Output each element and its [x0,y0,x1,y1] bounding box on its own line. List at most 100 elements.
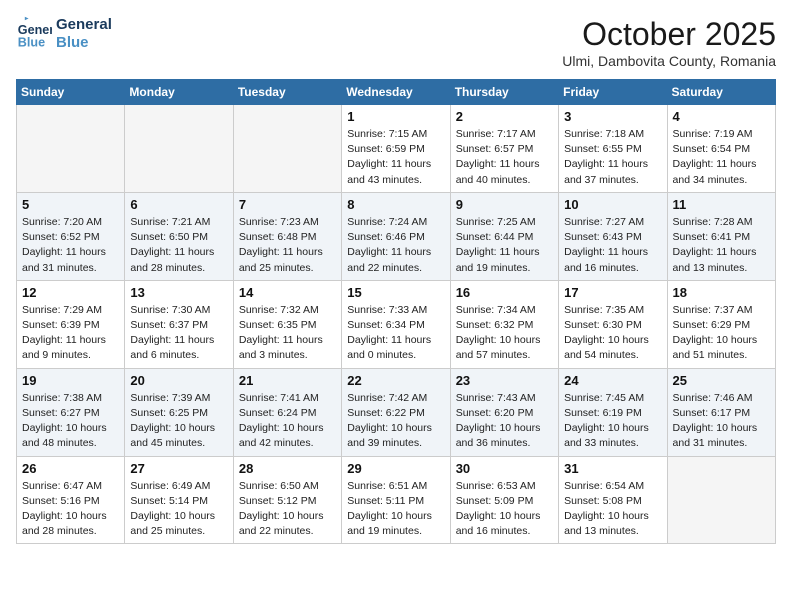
calendar-cell: 7 Sunrise: 7:23 AM Sunset: 6:48 PM Daylig… [233,192,341,280]
calendar-cell: 5 Sunrise: 7:20 AM Sunset: 6:52 PM Daylig… [17,192,125,280]
day-number: 3 [564,109,661,124]
day-number: 8 [347,197,444,212]
day-number: 5 [22,197,119,212]
weekday-header-saturday: Saturday [667,80,775,105]
day-info: Sunrise: 7:24 AM Sunset: 6:46 PM Dayligh… [347,215,444,276]
weekday-header-friday: Friday [559,80,667,105]
day-info: Sunrise: 7:43 AM Sunset: 6:20 PM Dayligh… [456,391,553,452]
day-number: 24 [564,373,661,388]
calendar-cell: 12 Sunrise: 7:29 AM Sunset: 6:39 PM Dayli… [17,280,125,368]
weekday-header-wednesday: Wednesday [342,80,450,105]
calendar-cell: 1 Sunrise: 7:15 AM Sunset: 6:59 PM Daylig… [342,105,450,193]
calendar-cell: 20 Sunrise: 7:39 AM Sunset: 6:25 PM Dayli… [125,368,233,456]
calendar-week-row: 1 Sunrise: 7:15 AM Sunset: 6:59 PM Daylig… [17,105,776,193]
calendar-cell: 30 Sunrise: 6:53 AM Sunset: 5:09 PM Dayli… [450,456,558,544]
calendar-cell: 21 Sunrise: 7:41 AM Sunset: 6:24 PM Dayli… [233,368,341,456]
day-number: 25 [673,373,770,388]
day-info: Sunrise: 6:49 AM Sunset: 5:14 PM Dayligh… [130,479,227,540]
svg-text:Blue: Blue [18,36,45,50]
calendar-cell: 6Sunrise: 7:21 AM Sunset: 6:50 PM Daylig… [125,192,233,280]
calendar-cell: 27 Sunrise: 6:49 AM Sunset: 5:14 PM Dayli… [125,456,233,544]
calendar-cell: 25 Sunrise: 7:46 AM Sunset: 6:17 PM Dayli… [667,368,775,456]
day-info: Sunrise: 7:37 AM Sunset: 6:29 PM Dayligh… [673,303,770,364]
month-title: October 2025 [562,16,776,53]
calendar-week-row: 12 Sunrise: 7:29 AM Sunset: 6:39 PM Dayli… [17,280,776,368]
day-info: Sunrise: 7:33 AM Sunset: 6:34 PM Dayligh… [347,303,444,364]
day-number: 13 [130,285,227,300]
day-info: Sunrise: 7:35 AM Sunset: 6:30 PM Dayligh… [564,303,661,364]
logo-blue: Blue [56,34,112,52]
day-info: Sunrise: 7:38 AM Sunset: 6:27 PM Dayligh… [22,391,119,452]
day-number: 14 [239,285,336,300]
weekday-header-sunday: Sunday [17,80,125,105]
calendar-table: SundayMondayTuesdayWednesdayThursdayFrid… [16,79,776,544]
calendar-cell: 3 Sunrise: 7:18 AM Sunset: 6:55 PM Daylig… [559,105,667,193]
day-number: 30 [456,461,553,476]
day-info: Sunrise: 7:27 AM Sunset: 6:43 PM Dayligh… [564,215,661,276]
logo-general: General [56,16,112,34]
logo-icon: General Blue [16,16,52,52]
calendar-header-row: SundayMondayTuesdayWednesdayThursdayFrid… [17,80,776,105]
day-info: Sunrise: 7:29 AM Sunset: 6:39 PM Dayligh… [22,303,119,364]
calendar-week-row: 5 Sunrise: 7:20 AM Sunset: 6:52 PM Daylig… [17,192,776,280]
calendar-cell [233,105,341,193]
title-area: October 2025 Ulmi, Dambovita County, Rom… [562,16,776,69]
calendar-cell [667,456,775,544]
day-info: Sunrise: 7:45 AM Sunset: 6:19 PM Dayligh… [564,391,661,452]
day-number: 7 [239,197,336,212]
header: General Blue General Blue October 2025 U… [16,16,776,69]
calendar-week-row: 19 Sunrise: 7:38 AM Sunset: 6:27 PM Dayli… [17,368,776,456]
day-info: Sunrise: 7:20 AM Sunset: 6:52 PM Dayligh… [22,215,119,276]
location-subtitle: Ulmi, Dambovita County, Romania [562,53,776,69]
day-number: 23 [456,373,553,388]
day-number: 1 [347,109,444,124]
day-number: 17 [564,285,661,300]
day-number: 26 [22,461,119,476]
day-number: 27 [130,461,227,476]
day-info: Sunrise: 6:53 AM Sunset: 5:09 PM Dayligh… [456,479,553,540]
day-info: Sunrise: 7:46 AM Sunset: 6:17 PM Dayligh… [673,391,770,452]
day-number: 20 [130,373,227,388]
calendar-cell: 18 Sunrise: 7:37 AM Sunset: 6:29 PM Dayli… [667,280,775,368]
day-number: 9 [456,197,553,212]
calendar-cell: 4 Sunrise: 7:19 AM Sunset: 6:54 PM Daylig… [667,105,775,193]
calendar-cell: 16Sunrise: 7:34 AM Sunset: 6:32 PM Dayli… [450,280,558,368]
day-number: 16 [456,285,553,300]
day-number: 19 [22,373,119,388]
day-number: 18 [673,285,770,300]
day-info: Sunrise: 7:41 AM Sunset: 6:24 PM Dayligh… [239,391,336,452]
day-number: 22 [347,373,444,388]
calendar-cell [125,105,233,193]
day-info: Sunrise: 7:42 AM Sunset: 6:22 PM Dayligh… [347,391,444,452]
calendar-cell: 31Sunrise: 6:54 AM Sunset: 5:08 PM Dayli… [559,456,667,544]
calendar-cell: 24 Sunrise: 7:45 AM Sunset: 6:19 PM Dayli… [559,368,667,456]
day-number: 4 [673,109,770,124]
calendar-cell: 22 Sunrise: 7:42 AM Sunset: 6:22 PM Dayli… [342,368,450,456]
day-number: 6 [130,197,227,212]
day-number: 2 [456,109,553,124]
calendar-cell [17,105,125,193]
day-info: Sunrise: 7:17 AM Sunset: 6:57 PM Dayligh… [456,127,553,188]
day-info: Sunrise: 7:15 AM Sunset: 6:59 PM Dayligh… [347,127,444,188]
day-info: Sunrise: 7:39 AM Sunset: 6:25 PM Dayligh… [130,391,227,452]
day-info: Sunrise: 7:18 AM Sunset: 6:55 PM Dayligh… [564,127,661,188]
day-info: Sunrise: 7:23 AM Sunset: 6:48 PM Dayligh… [239,215,336,276]
day-number: 21 [239,373,336,388]
calendar-cell: 28Sunrise: 6:50 AM Sunset: 5:12 PM Dayli… [233,456,341,544]
weekday-header-monday: Monday [125,80,233,105]
day-number: 11 [673,197,770,212]
calendar-week-row: 26 Sunrise: 6:47 AM Sunset: 5:16 PM Dayli… [17,456,776,544]
day-info: Sunrise: 7:19 AM Sunset: 6:54 PM Dayligh… [673,127,770,188]
calendar-cell: 10Sunrise: 7:27 AM Sunset: 6:43 PM Dayli… [559,192,667,280]
calendar-cell: 13Sunrise: 7:30 AM Sunset: 6:37 PM Dayli… [125,280,233,368]
day-number: 12 [22,285,119,300]
weekday-header-tuesday: Tuesday [233,80,341,105]
day-info: Sunrise: 6:54 AM Sunset: 5:08 PM Dayligh… [564,479,661,540]
day-info: Sunrise: 6:50 AM Sunset: 5:12 PM Dayligh… [239,479,336,540]
calendar-cell: 19 Sunrise: 7:38 AM Sunset: 6:27 PM Dayli… [17,368,125,456]
calendar-cell: 15Sunrise: 7:33 AM Sunset: 6:34 PM Dayli… [342,280,450,368]
calendar-cell: 26 Sunrise: 6:47 AM Sunset: 5:16 PM Dayli… [17,456,125,544]
calendar-cell: 29Sunrise: 6:51 AM Sunset: 5:11 PM Dayli… [342,456,450,544]
day-info: Sunrise: 6:47 AM Sunset: 5:16 PM Dayligh… [22,479,119,540]
day-info: Sunrise: 7:28 AM Sunset: 6:41 PM Dayligh… [673,215,770,276]
